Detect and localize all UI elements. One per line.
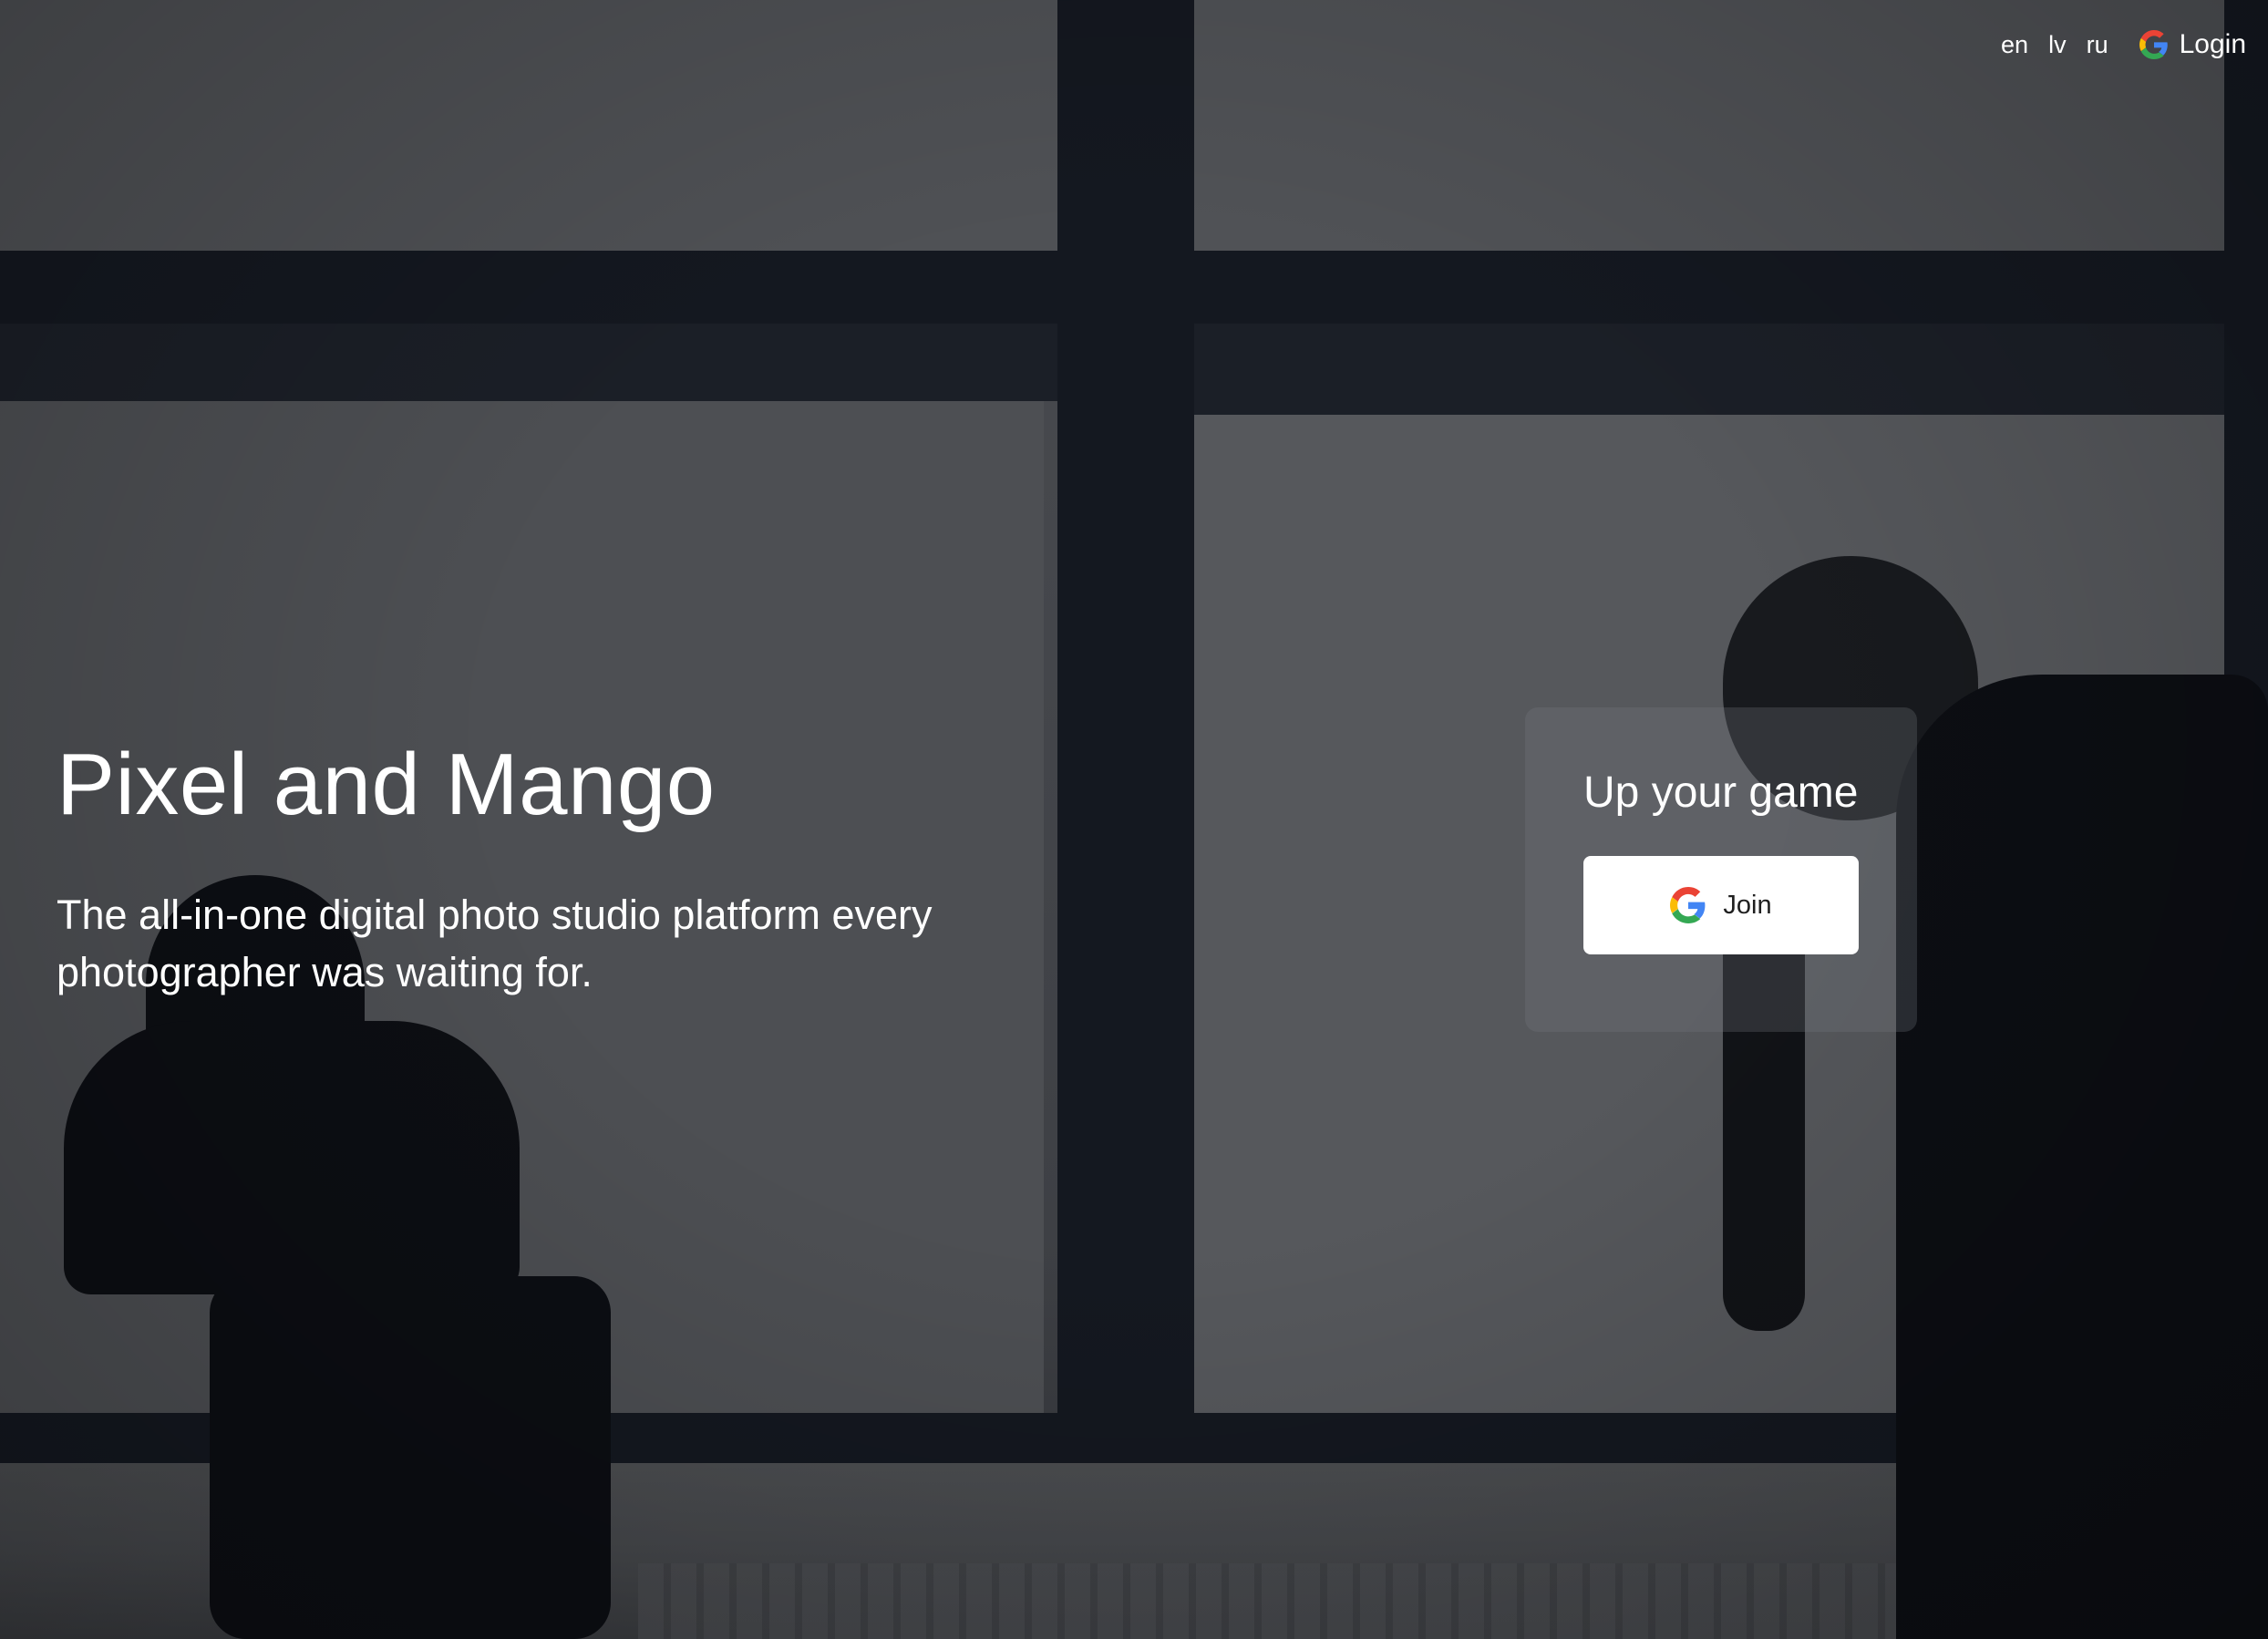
card-title: Up your game [1583, 768, 1859, 817]
join-card: Up your game Join [1525, 707, 1917, 1032]
landing-page: en lv ru Login Pixel and Mango The all-i… [0, 0, 2268, 1639]
join-label: Join [1723, 890, 1772, 920]
login-label: Login [2179, 29, 2246, 59]
lang-lv-link[interactable]: lv [2048, 31, 2067, 59]
page-title: Pixel and Mango [57, 736, 716, 833]
lang-ru-link[interactable]: ru [2087, 31, 2108, 59]
hero: Pixel and Mango The all-in-one digital p… [57, 737, 1087, 1002]
google-icon [2139, 30, 2168, 59]
join-button[interactable]: Join [1583, 856, 1859, 954]
top-nav: en lv ru Login [2001, 29, 2246, 60]
lang-en-link[interactable]: en [2001, 31, 2028, 59]
google-icon [1670, 887, 1706, 923]
hero-subtitle: The all-in-one digital photo studio plat… [57, 891, 933, 996]
login-button[interactable]: Login [2139, 29, 2246, 60]
